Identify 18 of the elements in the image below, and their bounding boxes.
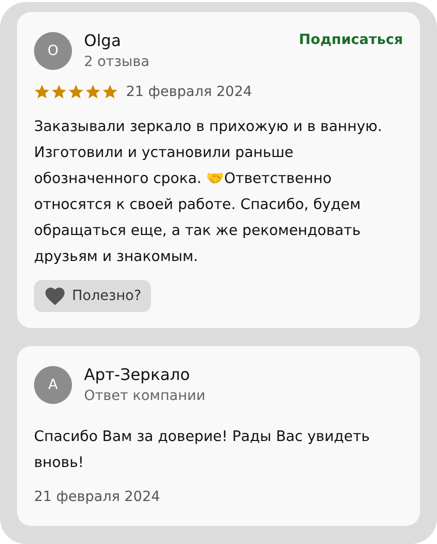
review-text: Заказывали зеркало в прихожую и в ванную. Изготовили и установили раньше обозначенного срока. 🤝Ответственно относятся к своей работе. Спасибо, будем обращаться еще, а так же рекомендовать друзьям и знакомым. (34, 118, 384, 267)
star-icon (34, 84, 50, 100)
avatar: O (34, 32, 72, 70)
avatar: А (34, 366, 72, 404)
reply-text: Спасибо Вам за доверие! Рады Вас увидеть вновь! (34, 428, 371, 473)
star-icon (85, 84, 101, 100)
reply-subtitle: Ответ компании (84, 387, 206, 406)
review-count: 2 отзыва (84, 53, 150, 72)
star-icon (102, 84, 118, 100)
subscribe-link[interactable]: Подписаться (298, 32, 403, 48)
heart-icon (44, 286, 66, 306)
reply-date: 21 февраля 2024 (34, 488, 162, 507)
author-name: Olga (84, 30, 122, 52)
review-date: 21 февраля 2024 (126, 84, 252, 100)
star-icon (68, 84, 84, 100)
author-name: Арт-Зеркало (84, 364, 191, 386)
star-icon (51, 84, 67, 100)
helpful-button[interactable]: Полезно? (34, 280, 152, 312)
